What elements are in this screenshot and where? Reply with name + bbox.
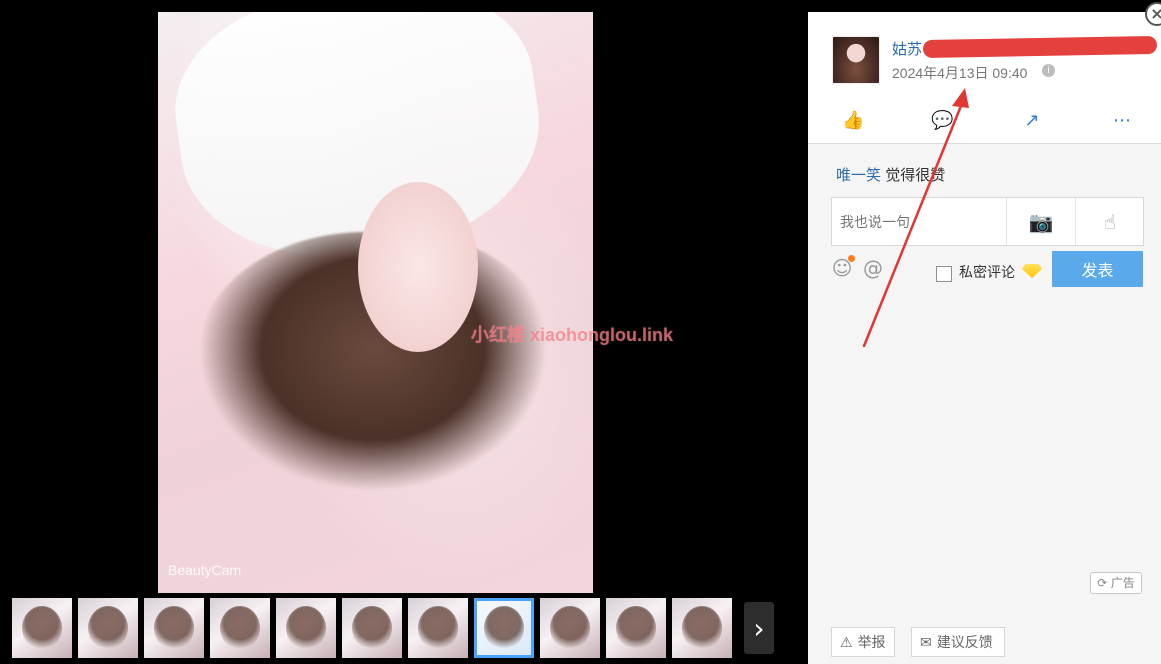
camera-watermark: BeautyCam <box>168 562 242 578</box>
avatar[interactable] <box>832 36 880 84</box>
share-button[interactable]: ↗ <box>1021 111 1043 131</box>
comment-box: 📷 ☝ <box>831 197 1144 246</box>
thumbnail[interactable] <box>342 598 402 658</box>
next-thumbnails-button[interactable]: › <box>744 602 774 654</box>
post-header: 姑苏 2024年4月13日 09:40 i 👍 💬 ↗ ⋯ <box>808 12 1161 144</box>
liked-by-text: 觉得很赞 <box>885 167 946 184</box>
red-scribble-annotation <box>922 35 1158 59</box>
notification-dot <box>848 255 855 262</box>
chevron-right-icon: › <box>753 611 765 645</box>
thumbnail-strip <box>0 598 808 660</box>
thumbnail[interactable] <box>606 598 666 658</box>
main-photo[interactable] <box>158 12 593 593</box>
at-icon: @ <box>863 256 883 280</box>
thumbnail[interactable] <box>276 598 336 658</box>
camera-button[interactable]: 📷 <box>1006 198 1075 245</box>
side-panel: 姑苏 2024年4月13日 09:40 i 👍 💬 ↗ ⋯ 唯一笑 觉得很赞 📷… <box>808 12 1161 664</box>
photo-viewer: 小红楼 xiaohonglou.link BeautyCam › <box>0 0 808 664</box>
feedback-icon: ✉ <box>920 634 932 650</box>
private-comment-label: 私密评论 <box>959 264 1015 280</box>
photo-face-area <box>358 182 478 352</box>
ad-label: 广告 <box>1110 576 1135 590</box>
thumbnail[interactable] <box>408 598 468 658</box>
ad-badge[interactable]: ⟳ 广告 <box>1090 572 1142 594</box>
like-button[interactable]: 👍 <box>842 111 864 131</box>
comment-icon: 💬 <box>931 110 954 131</box>
thumbnail-selected[interactable] <box>474 598 534 658</box>
ad-icon: ⟳ <box>1097 576 1108 590</box>
thumbs-up-icon: 👍 <box>842 110 865 131</box>
share-icon: ↗ <box>1024 110 1040 131</box>
thumbnail[interactable] <box>78 598 138 658</box>
watermark-text: 小红楼 xiaohonglou.link <box>471 325 673 345</box>
camera-icon: 📷 <box>1028 209 1054 234</box>
report-button[interactable]: ⚠ 举报 <box>831 627 895 657</box>
thumbnail[interactable] <box>540 598 600 658</box>
thumbnail[interactable] <box>210 598 270 658</box>
comment-button[interactable]: 💬 <box>931 111 953 131</box>
more-button[interactable]: ⋯ <box>1111 111 1133 131</box>
report-icon: ⚠ <box>840 634 853 650</box>
emoji-button[interactable]: ☺ <box>831 255 855 279</box>
more-icon: ⋯ <box>1113 110 1131 131</box>
user-name-link[interactable]: 姑苏 <box>892 38 922 59</box>
thumbnail[interactable] <box>672 598 732 658</box>
mention-button[interactable]: @ <box>862 257 884 279</box>
comment-input[interactable] <box>832 198 1006 245</box>
report-label: 举报 <box>857 634 886 650</box>
feedback-button[interactable]: ✉ 建议反馈 <box>911 627 1005 657</box>
pointing-hand-icon: ☝ <box>1103 209 1117 234</box>
gesture-button[interactable]: ☝ <box>1075 198 1144 245</box>
post-button[interactable]: 发表 <box>1052 251 1143 287</box>
likes-line: 唯一笑 觉得很赞 <box>836 164 945 185</box>
feedback-label: 建议反馈 <box>936 634 993 650</box>
liked-by-user-link[interactable]: 唯一笑 <box>836 167 881 184</box>
post-time: 2024年4月13日 09:40 <box>892 65 1028 81</box>
thumbnail[interactable] <box>12 598 72 658</box>
diamond-icon <box>1022 264 1042 278</box>
info-icon[interactable]: i <box>1042 64 1055 77</box>
thumbnail[interactable] <box>144 598 204 658</box>
private-comment-checkbox[interactable] <box>936 266 952 282</box>
